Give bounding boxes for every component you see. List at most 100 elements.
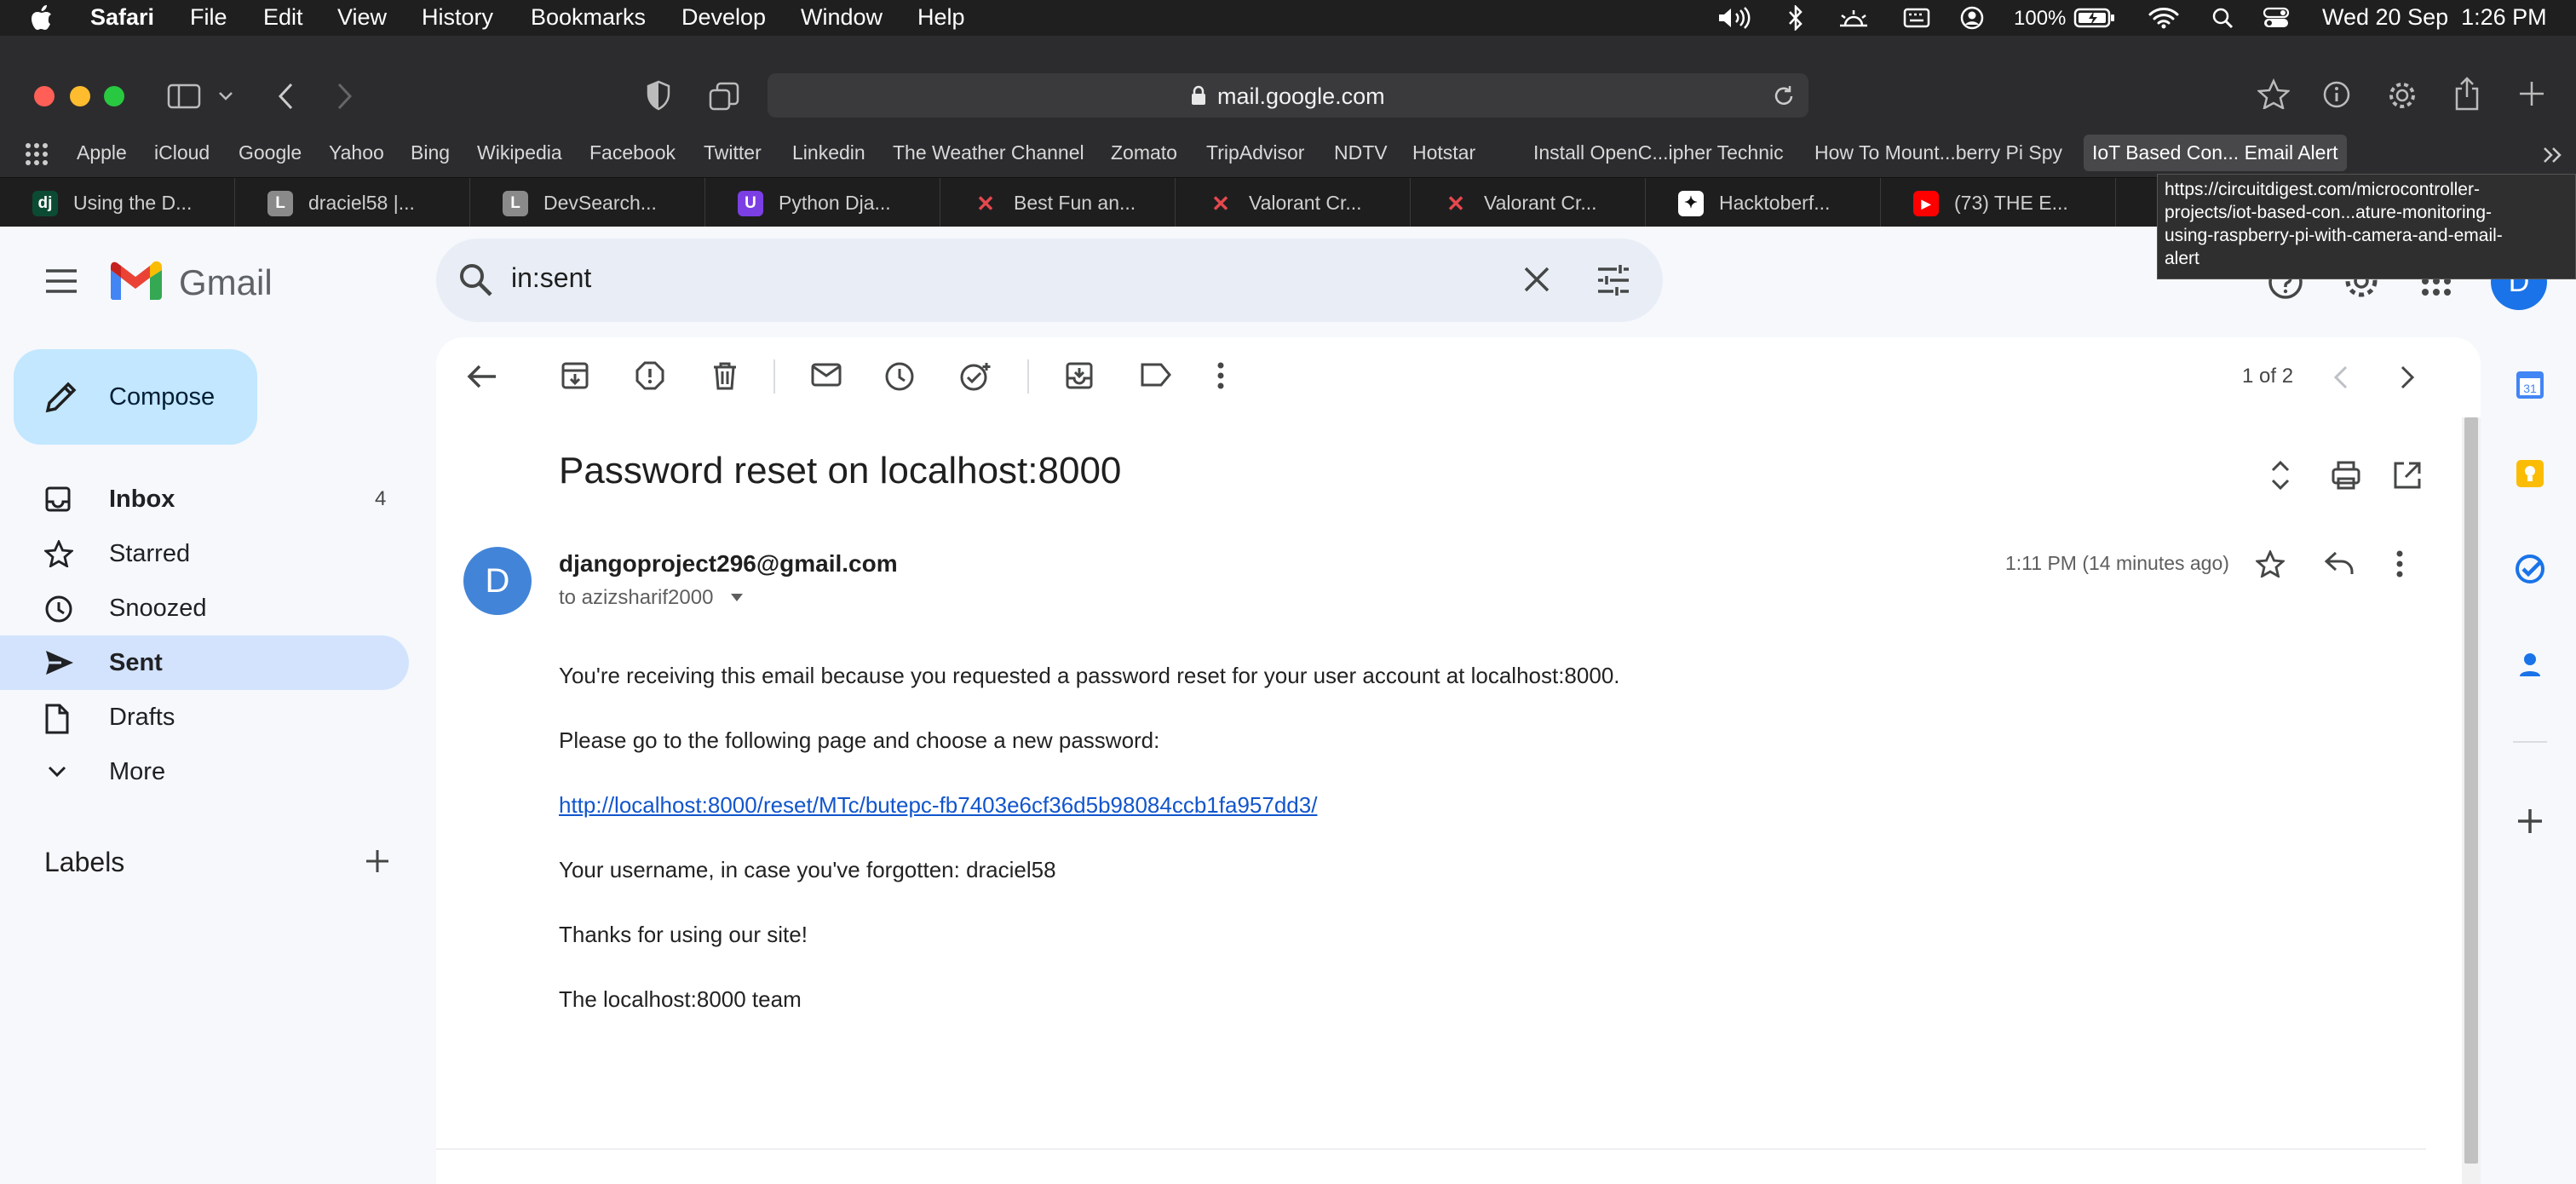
battery-icon[interactable] (2073, 7, 2116, 29)
menu-view[interactable]: View (337, 4, 387, 31)
browser-tab[interactable]: ▶ (73) THE E... (1881, 178, 2116, 227)
favorite-link[interactable]: iCloud (154, 141, 210, 164)
favorite-link[interactable]: The Weather Channel (893, 141, 1084, 164)
delete-trash-icon[interactable] (712, 361, 738, 390)
menu-app-name[interactable]: Safari (90, 4, 154, 31)
expand-all-icon[interactable] (2269, 458, 2291, 492)
back-icon[interactable] (276, 82, 295, 111)
google-tasks-icon[interactable] (2515, 554, 2545, 584)
keyboard-icon[interactable] (1903, 7, 1930, 29)
mark-unread-envelope-icon[interactable] (811, 361, 842, 388)
archive-icon[interactable] (561, 361, 589, 390)
favorite-link[interactable]: Twitter (704, 141, 762, 164)
label-tag-icon[interactable] (1140, 361, 1172, 388)
favorite-link-hovered[interactable]: IoT Based Con... Email Alert (2084, 135, 2347, 171)
privacy-shield-icon[interactable] (646, 80, 671, 111)
user-account-icon[interactable] (1959, 5, 1985, 31)
menu-help[interactable]: Help (917, 4, 965, 31)
favorite-link[interactable]: Yahoo (329, 141, 384, 164)
back-to-list-arrow-icon[interactable] (467, 363, 497, 390)
apple-logo-icon[interactable] (31, 5, 53, 31)
favorite-link[interactable]: TripAdvisor (1206, 141, 1304, 164)
sidebar-item-inbox[interactable]: Inbox 4 (0, 472, 409, 526)
bookmark-star-icon[interactable] (2257, 78, 2290, 109)
reply-icon[interactable] (2324, 550, 2355, 576)
browser-tab[interactable]: ✕ Best Fun an... (940, 178, 1176, 227)
compose-button[interactable]: Compose (14, 349, 257, 445)
google-calendar-icon[interactable]: 31 (2515, 370, 2545, 400)
move-to-icon[interactable] (1065, 361, 1094, 390)
browser-tab[interactable]: ✦ Hacktoberf... (1646, 178, 1881, 227)
new-tab-plus-icon[interactable] (2518, 80, 2545, 107)
favorite-link[interactable]: NDTV (1334, 141, 1388, 164)
sender-avatar[interactable]: D (463, 547, 532, 615)
display-brightness-icon[interactable] (1837, 7, 1871, 29)
scrollbar-thumb[interactable] (2464, 417, 2478, 1164)
window-minimize-button[interactable] (70, 86, 90, 106)
browser-tab[interactable]: L draciel58 |... (235, 178, 470, 227)
menu-file[interactable]: File (190, 4, 227, 31)
menu-window[interactable]: Window (801, 4, 883, 31)
newer-chevron-left-icon[interactable] (2332, 365, 2349, 390)
favorites-grid-icon[interactable] (24, 141, 49, 167)
star-icon[interactable] (2256, 550, 2285, 578)
clear-search-close-icon[interactable] (1523, 266, 1550, 293)
search-icon[interactable] (458, 262, 494, 298)
open-in-new-window-icon[interactable] (2392, 460, 2423, 491)
menu-edit[interactable]: Edit (263, 4, 303, 31)
google-contacts-icon[interactable] (2515, 649, 2545, 680)
search-bar[interactable]: in:sent (436, 239, 1663, 322)
share-icon[interactable] (2453, 77, 2481, 111)
sidebar-item-starred[interactable]: Starred (0, 526, 409, 581)
menu-datetime[interactable]: Wed 20 Sep 1:26 PM (2322, 4, 2547, 31)
more-options-vertical-dots-icon[interactable] (1216, 361, 1225, 390)
favorite-link[interactable]: Hotstar (1412, 141, 1475, 164)
favorite-link[interactable]: Bing (411, 141, 450, 164)
volume-icon[interactable] (1717, 7, 1753, 29)
forward-icon[interactable] (336, 82, 354, 111)
tab-overview-icon[interactable] (709, 82, 739, 111)
google-keep-icon[interactable] (2515, 458, 2545, 489)
more-options-vertical-dots-icon[interactable] (2395, 550, 2404, 578)
older-chevron-right-icon[interactable] (2399, 365, 2416, 390)
reload-icon[interactable] (1773, 85, 1795, 107)
favorite-link[interactable]: Wikipedia (477, 141, 562, 164)
chevron-down-icon[interactable] (218, 90, 233, 102)
favorite-link[interactable]: Zomato (1111, 141, 1177, 164)
spotlight-search-icon[interactable] (2211, 7, 2234, 29)
sidebar-toggle-icon[interactable] (167, 83, 201, 109)
search-input[interactable]: in:sent (511, 262, 591, 294)
menu-history[interactable]: History (422, 4, 493, 31)
wifi-icon[interactable] (2148, 7, 2179, 29)
browser-tab[interactable]: U Python Dja... (705, 178, 940, 227)
browser-tab[interactable]: dj Using the D... (0, 178, 235, 227)
sidebar-item-more[interactable]: More (0, 744, 409, 799)
browser-tab[interactable]: ✕ Valorant Cr... (1411, 178, 1646, 227)
sidebar-item-sent[interactable]: Sent (0, 635, 409, 690)
scrollbar-track[interactable] (2462, 417, 2481, 1184)
favorite-link[interactable]: Google (239, 141, 302, 164)
create-label-plus-icon[interactable] (365, 848, 390, 874)
favorite-link[interactable]: Install OpenC...ipher Technic (1533, 141, 1784, 164)
get-addons-plus-icon[interactable] (2516, 808, 2544, 835)
sender-email[interactable]: djangoproject296@gmail.com (559, 550, 898, 578)
browser-tab[interactable]: L DevSearch... (470, 178, 705, 227)
favorite-link[interactable]: Facebook (589, 141, 676, 164)
gmail-logo-icon[interactable] (109, 261, 162, 302)
browser-tab[interactable]: ✕ Valorant Cr... (1176, 178, 1411, 227)
search-options-tune-icon[interactable] (1596, 264, 1630, 296)
window-close-button[interactable] (34, 86, 55, 106)
favorite-link[interactable]: Linkedin (792, 141, 865, 164)
sidebar-item-drafts[interactable]: Drafts (0, 690, 409, 744)
add-to-tasks-icon[interactable] (959, 361, 992, 392)
recipient-details-dropdown-icon[interactable] (729, 591, 745, 603)
favorite-link[interactable]: How To Mount...berry Pi Spy (1814, 141, 2062, 164)
info-icon[interactable] (2322, 80, 2351, 109)
window-zoom-button[interactable] (104, 86, 124, 106)
menu-bookmarks[interactable]: Bookmarks (531, 4, 646, 31)
bluetooth-icon[interactable] (1787, 5, 1804, 31)
menu-develop[interactable]: Develop (681, 4, 766, 31)
snooze-clock-icon[interactable] (884, 361, 915, 392)
settings-gear-icon[interactable] (2387, 80, 2418, 111)
favorite-link[interactable]: Apple (77, 141, 127, 164)
